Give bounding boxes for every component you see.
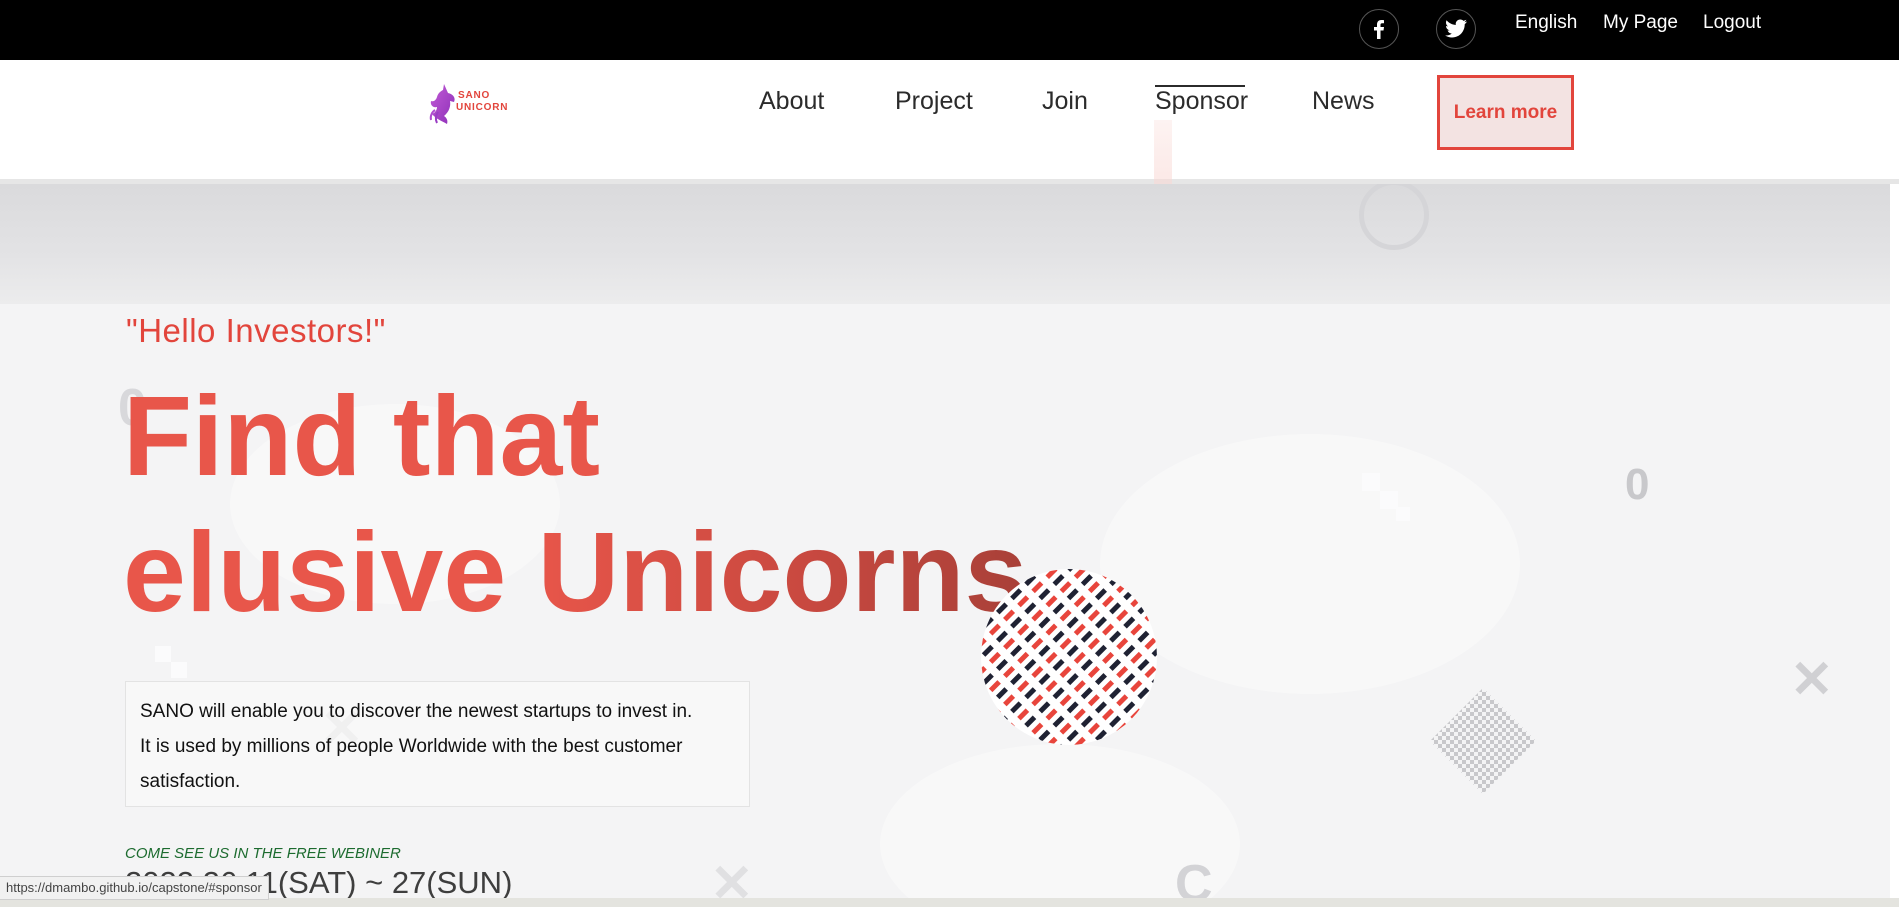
background-blob <box>1100 434 1520 694</box>
logo-text-unicorn: UNICORN <box>456 102 509 113</box>
logout-link[interactable]: Logout <box>1703 12 1761 34</box>
logo-text-sano: SANO <box>458 90 491 101</box>
description-line: satisfaction. <box>140 771 241 792</box>
nav-sponsor[interactable]: Sponsor <box>1155 87 1248 116</box>
sano-unicorn-logo[interactable]: SANO UNICORN <box>426 82 526 126</box>
diamond-pattern-icon <box>1430 688 1536 794</box>
hero-section: 0 0 C ✕ ✕ ✕ "Hello Investors!" Find that… <box>0 184 1890 907</box>
pixel-square-icon <box>1362 473 1380 491</box>
hero-background-photo <box>0 184 1890 304</box>
facebook-icon[interactable] <box>1359 9 1399 49</box>
learn-more-button[interactable]: Learn more <box>1437 75 1574 150</box>
my-page-link[interactable]: My Page <box>1603 12 1678 34</box>
top-bar: English My Page Logout <box>0 0 1899 60</box>
language-link[interactable]: English <box>1515 12 1577 34</box>
zero-glyph-icon: 0 <box>1625 460 1650 509</box>
x-shape-icon: ✕ <box>1790 651 1834 709</box>
hero-greeting: "Hello Investors!" <box>126 312 386 349</box>
pattern-circle-graphic <box>981 569 1157 745</box>
twitter-icon[interactable] <box>1436 9 1476 49</box>
pixel-square-icon <box>171 662 187 678</box>
bottom-strip <box>0 898 1899 907</box>
description-line: It is used by millions of people Worldwi… <box>140 736 683 757</box>
unicorn-icon <box>429 84 455 124</box>
nav-join[interactable]: Join <box>1042 87 1088 116</box>
webinar-label: COME SEE US IN THE FREE WEBINER <box>125 845 401 862</box>
pixel-square-icon <box>1396 507 1410 521</box>
browser-status-url: https://dmambo.github.io/capstone/#spons… <box>0 876 269 900</box>
page-edge <box>1890 184 1899 907</box>
description-line: SANO will enable you to discover the new… <box>140 701 693 722</box>
nav-news[interactable]: News <box>1312 87 1375 116</box>
main-nav: SANO UNICORN About Project Join Sponsor … <box>0 60 1899 238</box>
hero-headline-line2: elusive Unicorns <box>123 509 1028 635</box>
pixel-square-icon <box>155 646 171 662</box>
hero-description-box: SANO will enable you to discover the new… <box>125 681 750 807</box>
nav-project[interactable]: Project <box>895 87 973 116</box>
nav-about[interactable]: About <box>759 87 824 116</box>
hero-headline-line1: Find that <box>123 373 600 499</box>
